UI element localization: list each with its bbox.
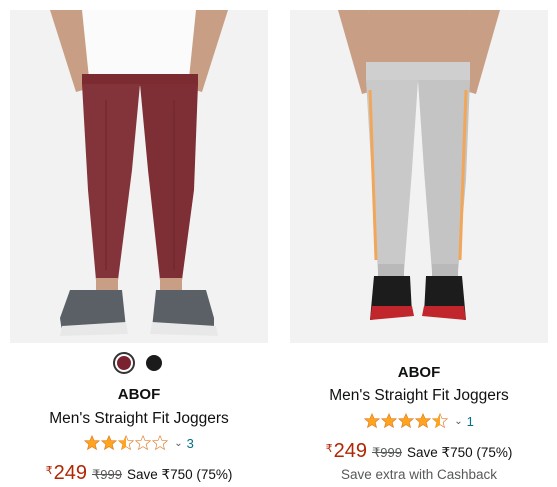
rating-row: ⌄ 1 (290, 413, 548, 429)
price: ₹249 (46, 462, 87, 485)
product-title[interactable]: Men's Straight Fit Joggers (10, 410, 268, 428)
product-brand: ABOF (117, 386, 161, 403)
product-card-1[interactable]: ABOF Men's Straight Fit Joggers ⌄ 3 ₹249… (10, 0, 268, 487)
chevron-down-icon[interactable]: ⌄ (454, 416, 462, 427)
review-count-link[interactable]: 1 (467, 414, 474, 429)
currency-symbol: ₹ (325, 443, 333, 455)
product-card-2[interactable]: ABOF Men's Straight Fit Joggers ⌄ 1 ₹249… (290, 0, 548, 487)
star-full-icon (101, 435, 118, 451)
currency-symbol: ₹ (45, 465, 53, 477)
product-image-2[interactable] (290, 10, 548, 343)
price: ₹249 (326, 440, 367, 463)
product-image-1[interactable] (10, 10, 268, 343)
star-full-icon (381, 413, 398, 429)
swatch-maroon[interactable] (113, 352, 135, 374)
color-swatches (10, 352, 268, 374)
grey-joggers-image (290, 10, 548, 343)
cashback-text: Save extra with Cashback (340, 467, 498, 482)
star-half-icon (432, 413, 449, 429)
product-brand: ABOF (397, 364, 441, 381)
mrp-price: ₹999 (372, 445, 402, 460)
savings-text: Save ₹750 (75%) (126, 467, 233, 482)
price-row: ₹249 ₹999 Save ₹750 (75%) (290, 440, 548, 463)
mrp-price: ₹999 (92, 467, 122, 482)
swatch-black[interactable] (143, 352, 165, 374)
price-value: 249 (53, 462, 87, 484)
swatch-maroon-fill (117, 356, 131, 370)
star-full-icon (84, 435, 101, 451)
star-empty-icon (152, 435, 169, 451)
star-empty-icon (135, 435, 152, 451)
swatch-black-fill (146, 355, 162, 371)
rating-row: ⌄ 3 (10, 435, 268, 451)
maroon-joggers-image (10, 10, 268, 343)
chevron-down-icon[interactable]: ⌄ (174, 438, 182, 449)
star-half-icon (118, 435, 135, 451)
product-title[interactable]: Men's Straight Fit Joggers (290, 387, 548, 405)
review-count-link[interactable]: 3 (187, 436, 194, 451)
savings-text: Save ₹750 (75%) (406, 445, 513, 460)
star-full-icon (415, 413, 432, 429)
star-full-icon (364, 413, 381, 429)
star-rating[interactable] (364, 413, 449, 429)
price-value: 249 (333, 440, 367, 462)
star-rating[interactable] (84, 435, 169, 451)
price-row: ₹249 ₹999 Save ₹750 (75%) (10, 462, 268, 485)
star-full-icon (398, 413, 415, 429)
